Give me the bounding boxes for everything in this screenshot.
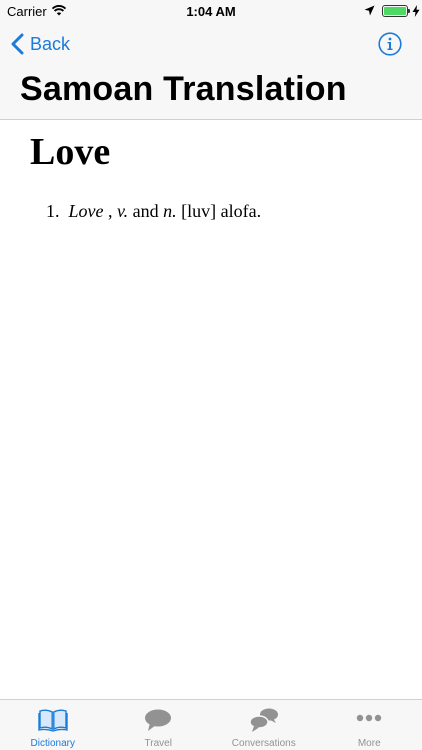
conversation-bubbles-icon: [249, 708, 278, 732]
page-title: Samoan Translation: [20, 70, 347, 108]
part-of-speech-verb: v.: [117, 201, 129, 221]
battery-cap: [408, 9, 410, 13]
status-time: 1:04 AM: [186, 4, 236, 19]
tab-bar: Dictionary Travel Conversations More: [0, 699, 422, 750]
back-button-label: Back: [30, 33, 71, 54]
definition-headword: Love: [68, 201, 104, 221]
back-button[interactable]: Back: [10, 31, 70, 57]
tab-travel[interactable]: Travel: [106, 700, 212, 750]
battery-icon: [382, 5, 408, 17]
definition-separator: ,: [103, 201, 113, 221]
speech-bubble-icon: [145, 709, 172, 731]
location-arrow-icon: [364, 5, 375, 16]
translation: alofa.: [220, 201, 262, 221]
part-of-speech-noun: n.: [163, 201, 177, 221]
definition-line: 1. Love , v. and n. [luv] alofa.: [46, 201, 261, 222]
navigation-header: Back Samoan Translation: [0, 24, 422, 120]
battery-fill: [384, 7, 406, 15]
entry-content: Love 1. Love , v. and n. [luv] alofa.: [0, 121, 422, 699]
tab-dictionary[interactable]: Dictionary: [0, 700, 106, 750]
tab-dictionary-label: Dictionary: [30, 738, 75, 749]
tab-more-label: More: [357, 738, 381, 749]
ellipsis-icon: [357, 714, 382, 722]
definition-number: 1.: [46, 201, 60, 221]
entry-headword: Love: [30, 131, 111, 173]
definition-conjunction: and: [132, 201, 159, 221]
tab-more[interactable]: More: [317, 700, 422, 750]
pronunciation: [luv]: [181, 201, 217, 221]
tab-conversations[interactable]: Conversations: [211, 700, 317, 750]
tab-conversations-label: Conversations: [231, 738, 296, 749]
charging-bolt-icon: [412, 5, 420, 17]
tab-travel-label: Travel: [144, 738, 172, 749]
chevron-left-icon: [11, 33, 24, 55]
info-icon[interactable]: [378, 32, 402, 56]
book-icon: [38, 709, 68, 732]
status-bar: Carrier 1:04 AM: [0, 0, 422, 24]
